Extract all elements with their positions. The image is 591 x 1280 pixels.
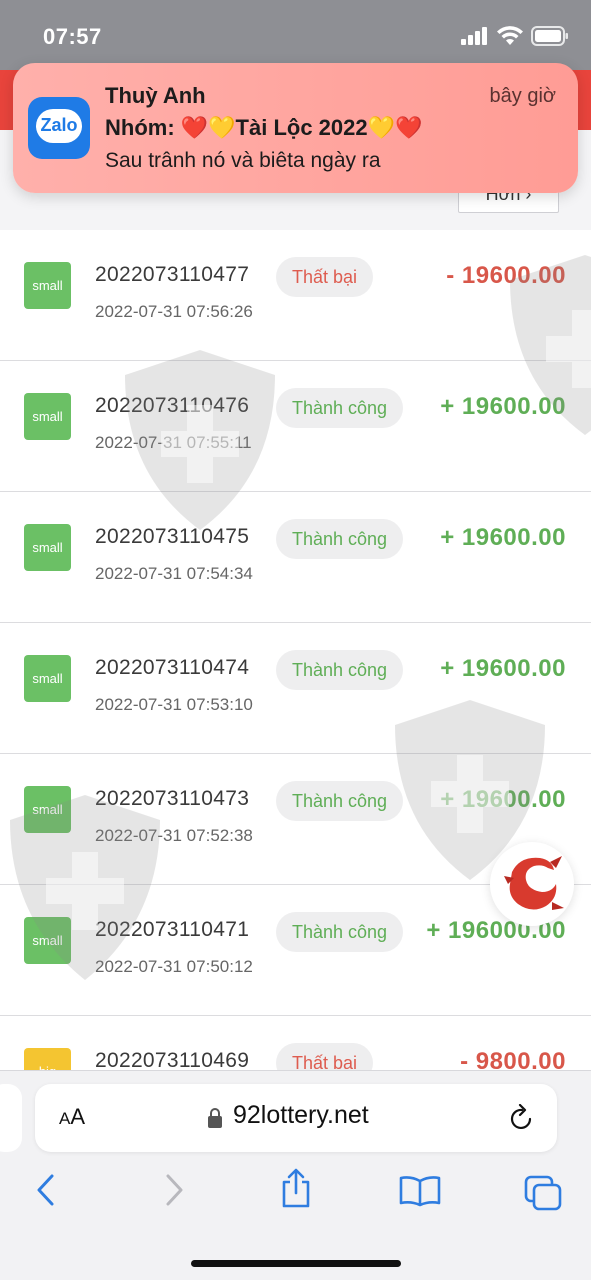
transaction-row[interactable]: small 2022073110476 2022-07-31 07:55:11 Thà… bbox=[0, 361, 591, 492]
share-icon[interactable] bbox=[279, 1167, 313, 1209]
signal-icon bbox=[461, 27, 487, 45]
amount: + 19600.00 bbox=[440, 786, 566, 813]
order-id: 2022073110477 bbox=[95, 263, 250, 286]
battery-icon bbox=[531, 26, 568, 46]
wifi-icon bbox=[497, 26, 523, 45]
aa-big: A bbox=[70, 1104, 86, 1129]
order-time: 2022-07-31 07:52:38 bbox=[95, 826, 253, 845]
transaction-row[interactable]: small 2022073110477 2022-07-31 07:56:26 Thấ… bbox=[0, 230, 591, 361]
zalo-app-icon: Zalo bbox=[28, 97, 90, 159]
notification-time: bây giờ bbox=[489, 85, 556, 107]
address-bar[interactable]: AA 92lottery.net bbox=[35, 1084, 557, 1152]
amount: + 19600.00 bbox=[440, 393, 566, 420]
back-icon[interactable] bbox=[34, 1173, 58, 1207]
status-time: 07:57 bbox=[43, 24, 102, 49]
order-time: 2022-07-31 07:50:12 bbox=[95, 957, 253, 976]
status-badge: Thành công bbox=[276, 781, 404, 821]
tabs-icon[interactable] bbox=[524, 1175, 562, 1211]
notification-sender: Thuỳ Anh bbox=[105, 83, 206, 108]
order-time: 2022-07-31 07:56:26 bbox=[95, 302, 253, 321]
bet-type-badge: small bbox=[24, 786, 71, 833]
notification-group: Nhóm: ❤️💛Tài Lộc 2022💛❤️ bbox=[105, 115, 423, 140]
zalo-notification[interactable]: Zalo Thuỳ Anh bây giờ Nhóm: ❤️💛Tài Lộc 2… bbox=[13, 63, 578, 193]
reader-settings-button[interactable]: AA bbox=[59, 1104, 85, 1130]
transaction-list: small 2022073110477 2022-07-31 07:56:26 Thấ… bbox=[0, 230, 591, 1147]
status-badge: Thất bại bbox=[276, 257, 374, 297]
order-time: 2022-07-31 07:53:10 bbox=[95, 695, 253, 714]
floating-dragon-button[interactable] bbox=[490, 842, 574, 926]
status-icons bbox=[461, 26, 569, 46]
status-badge: Thành công bbox=[276, 519, 404, 559]
status-badge: Thành công bbox=[276, 388, 404, 428]
forward-icon[interactable] bbox=[162, 1173, 186, 1207]
order-time: 2022-07-31 07:55:11 bbox=[95, 433, 252, 452]
zalo-bubble: Zalo bbox=[36, 109, 82, 143]
status-badge: Thành công bbox=[276, 912, 404, 952]
bookmarks-icon[interactable] bbox=[399, 1175, 441, 1207]
bet-type-badge: small bbox=[24, 262, 71, 309]
transaction-row[interactable]: small 2022073110474 2022-07-31 07:53:10 Thà… bbox=[0, 623, 591, 754]
zalo-icon-label: Zalo bbox=[40, 115, 78, 135]
order-id: 2022073110474 bbox=[95, 656, 250, 679]
order-id: 2022073110473 bbox=[95, 787, 250, 810]
bet-type-badge: small bbox=[24, 917, 71, 964]
order-id: 2022073110471 bbox=[95, 918, 250, 941]
order-id: 2022073110476 bbox=[95, 394, 250, 417]
url-text: 92lottery.net bbox=[233, 1101, 369, 1129]
amount: + 19600.00 bbox=[440, 655, 566, 682]
lock-icon bbox=[208, 1108, 222, 1128]
order-id: 2022073110475 bbox=[95, 525, 250, 548]
bet-type-badge: small bbox=[24, 655, 71, 702]
transaction-row[interactable]: small 2022073110475 2022-07-31 07:54:34 Thà… bbox=[0, 492, 591, 623]
notification-body: Sau trânh nó và biêta ngày ra bbox=[105, 149, 381, 172]
reload-icon[interactable] bbox=[509, 1104, 535, 1132]
previous-tab-peek[interactable] bbox=[0, 1084, 22, 1152]
order-time: 2022-07-31 07:54:34 bbox=[95, 564, 253, 583]
amount: + 19600.00 bbox=[440, 524, 566, 551]
aa-small: A bbox=[59, 1109, 71, 1128]
browser-toolbar: AA 92lottery.net bbox=[0, 1070, 591, 1280]
bet-type-badge: small bbox=[24, 393, 71, 440]
status-badge: Thành công bbox=[276, 650, 404, 690]
amount: - 19600.00 bbox=[446, 262, 566, 289]
dragon-icon bbox=[504, 856, 564, 910]
status-bar: 07:57 bbox=[0, 0, 591, 70]
bet-type-badge: small bbox=[24, 524, 71, 571]
home-indicator bbox=[191, 1260, 401, 1267]
